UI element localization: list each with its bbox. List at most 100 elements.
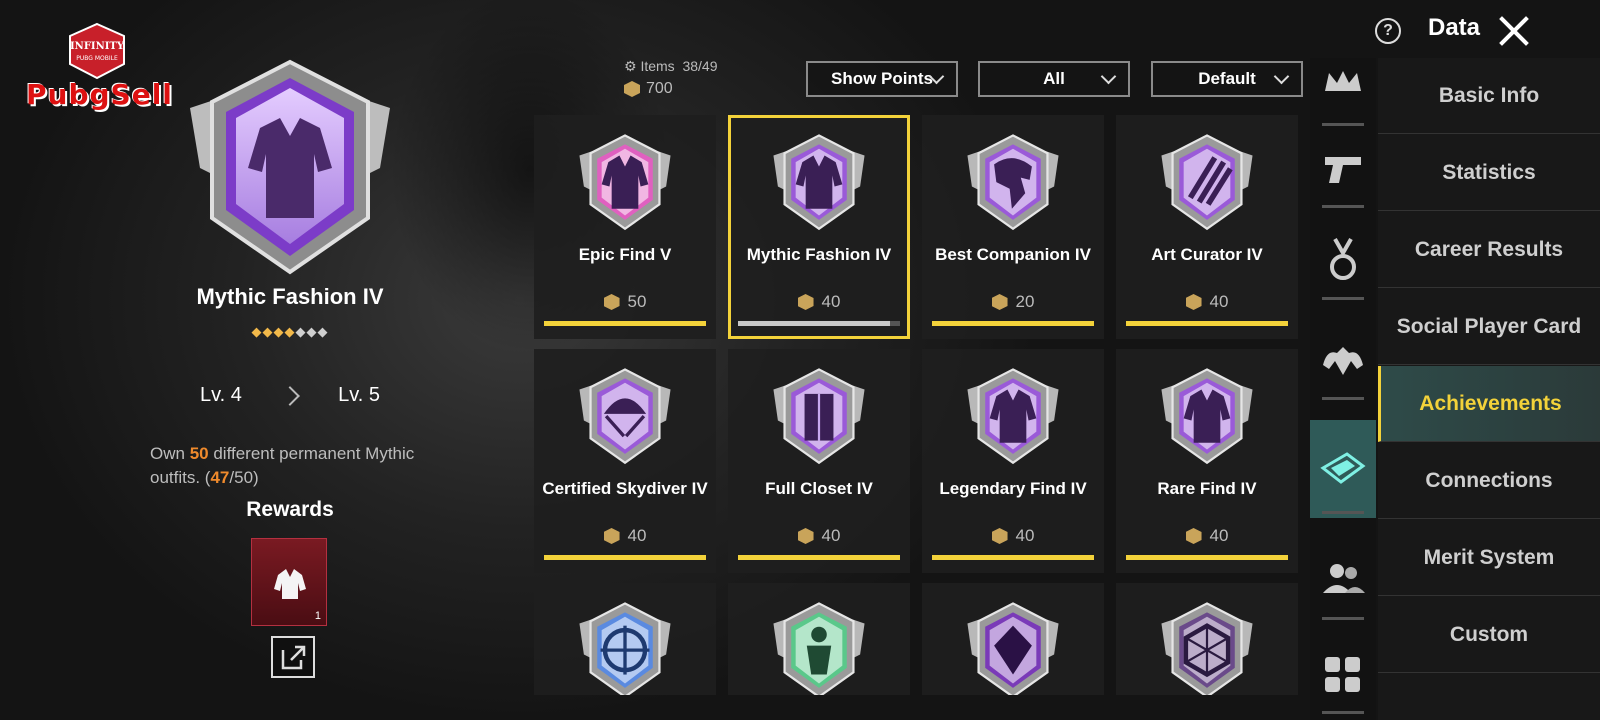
pubgsell-logo: INFINITY PUBG MOBILE PubgSell xyxy=(22,22,172,112)
selected-achievement-emblem-icon xyxy=(190,59,390,275)
crown-icon xyxy=(1325,71,1361,91)
star-filled-icon: ◆ xyxy=(273,324,285,339)
rail-grid-tab[interactable] xyxy=(1310,626,1376,718)
hexagon-icon xyxy=(1161,602,1253,695)
menu-item-label: Basic Info xyxy=(1438,83,1540,107)
menu-item-merit-system[interactable]: Merit System xyxy=(1378,520,1600,596)
rail-medal-tab[interactable] xyxy=(1310,212,1376,304)
points-counter: 700 xyxy=(624,80,673,98)
menu-item-career-results[interactable]: Career Results xyxy=(1378,212,1600,288)
menu-item-connections[interactable]: Connections xyxy=(1378,443,1600,519)
rail-separator xyxy=(1322,297,1364,300)
chevron-right-icon xyxy=(280,385,300,406)
reward-item[interactable]: 1 xyxy=(251,538,327,626)
achievement-progress-bar xyxy=(738,321,900,326)
selected-achievement-title: Mythic Fashion IV xyxy=(196,284,384,309)
star-empty-icon: ◆ xyxy=(317,324,329,339)
achievement-name: Certified Skydiver IV xyxy=(542,479,708,498)
jacket-icon xyxy=(579,134,671,231)
close-button[interactable] xyxy=(1497,14,1531,48)
rail-muscle-tab[interactable] xyxy=(1310,312,1376,404)
rail-separator xyxy=(1322,511,1364,514)
achievement-progress-bar xyxy=(932,555,1094,560)
category-icon-rail xyxy=(1310,58,1376,720)
claw-icon xyxy=(1161,134,1253,231)
grid-icon xyxy=(1325,657,1360,692)
rail-separator xyxy=(1322,397,1364,400)
menu-item-statistics[interactable]: Statistics xyxy=(1378,135,1600,211)
jacket-icon xyxy=(1161,368,1253,465)
achievement-card[interactable]: Art Curator IV 40 xyxy=(1116,115,1298,339)
achievement-points: 40 xyxy=(728,292,910,312)
achievement-card[interactable]: Rare Find IV 40 xyxy=(1116,349,1298,573)
svg-text:INFINITY: INFINITY xyxy=(70,41,125,52)
svg-text:PUBG MOBILE: PUBG MOBILE xyxy=(76,55,118,62)
pistol-icon xyxy=(1325,157,1361,183)
achievement-name: Mythic Fashion IV xyxy=(746,245,892,264)
achievement-card[interactable] xyxy=(1116,583,1298,695)
next-level: Lv. 5 xyxy=(338,384,380,406)
achievement-card[interactable]: Epic Find V 50 xyxy=(534,115,716,339)
medal-icon xyxy=(1330,238,1356,280)
rail-crown-tab[interactable] xyxy=(1310,38,1376,130)
level-progression: Lv. 4 Lv. 5 xyxy=(200,384,380,407)
menu-item-label: Achievements xyxy=(1419,391,1562,415)
points-coin-icon xyxy=(991,294,1008,310)
achievement-card[interactable]: Certified Skydiver IV 40 xyxy=(534,349,716,573)
items-counter: ⚙ Items 38/49 xyxy=(624,58,718,74)
achievement-points: 40 xyxy=(534,526,716,546)
rewards-heading: Rewards xyxy=(246,498,334,521)
achievement-card[interactable] xyxy=(728,583,910,695)
star-filled-icon: ◆ xyxy=(262,324,274,339)
menu-item-basic-info[interactable]: Basic Info xyxy=(1378,58,1600,134)
achievement-progress-bar xyxy=(544,555,706,560)
jacket-icon xyxy=(967,368,1059,465)
achievement-points: 40 xyxy=(728,526,910,546)
achievement-card[interactable]: Mythic Fashion IV 40 xyxy=(728,115,910,339)
achievement-card[interactable]: Legendary Find IV 40 xyxy=(922,349,1104,573)
menu-item-custom[interactable]: Custom xyxy=(1378,597,1600,673)
gem-icon xyxy=(967,602,1059,695)
menu-item-label: Merit System xyxy=(1423,545,1555,569)
achievement-description: Own 50 different permanent Mythic outfit… xyxy=(150,444,415,487)
achievement-progress-bar xyxy=(544,321,706,326)
achievement-progress-bar xyxy=(1126,555,1288,560)
achievement-progress-bar xyxy=(1126,321,1288,326)
filter-dropdown[interactable]: All xyxy=(978,61,1130,97)
achievement-progress-bar xyxy=(738,555,900,560)
rail-separator xyxy=(1322,711,1364,714)
achievement-stars: ◆◆◆◆◆◆◆ xyxy=(170,324,410,340)
help-icon[interactable]: ? xyxy=(1375,18,1401,44)
menu-item-social-player-card[interactable]: Social Player Card xyxy=(1378,289,1600,365)
achievement-card[interactable] xyxy=(534,583,716,695)
achievement-name: Legendary Find IV xyxy=(939,479,1087,498)
menu-item-label: Social Player Card xyxy=(1396,314,1582,338)
menu-item-label: Custom xyxy=(1449,622,1529,646)
menu-item-label: Statistics xyxy=(1442,160,1536,184)
share-button[interactable] xyxy=(271,636,315,678)
points-coin-icon xyxy=(991,528,1008,544)
achievement-points: 40 xyxy=(922,526,1104,546)
achievement-card[interactable] xyxy=(922,583,1104,695)
chevron-down-icon xyxy=(1100,68,1117,85)
brand-name: PubgSell xyxy=(26,78,173,111)
points-coin-icon xyxy=(603,528,620,544)
show-points-dropdown[interactable]: Show Points xyxy=(806,61,958,97)
achievement-card[interactable]: Best Companion IV 20 xyxy=(922,115,1104,339)
points-coin-icon xyxy=(797,294,814,310)
achievement-card[interactable]: Full Closet IV 40 xyxy=(728,349,910,573)
rail-pistol-tab[interactable] xyxy=(1310,120,1376,212)
star-empty-icon: ◆ xyxy=(295,324,307,339)
achievement-name: Best Companion IV xyxy=(935,245,1091,264)
rail-achievement-tab[interactable] xyxy=(1310,420,1376,518)
crosshair-icon xyxy=(579,602,671,695)
rail-friends-tab[interactable] xyxy=(1310,532,1376,624)
menu-item-label: Career Results xyxy=(1414,237,1564,261)
menu-item-achievements[interactable]: Achievements xyxy=(1378,366,1600,442)
points-coin-icon xyxy=(603,294,620,310)
current-level: Lv. 4 xyxy=(200,384,242,406)
items-icon: ⚙ xyxy=(624,58,637,74)
sort-dropdown[interactable]: Default xyxy=(1151,61,1303,97)
achievement-points: 20 xyxy=(922,292,1104,312)
star-empty-icon: ◆ xyxy=(306,324,318,339)
